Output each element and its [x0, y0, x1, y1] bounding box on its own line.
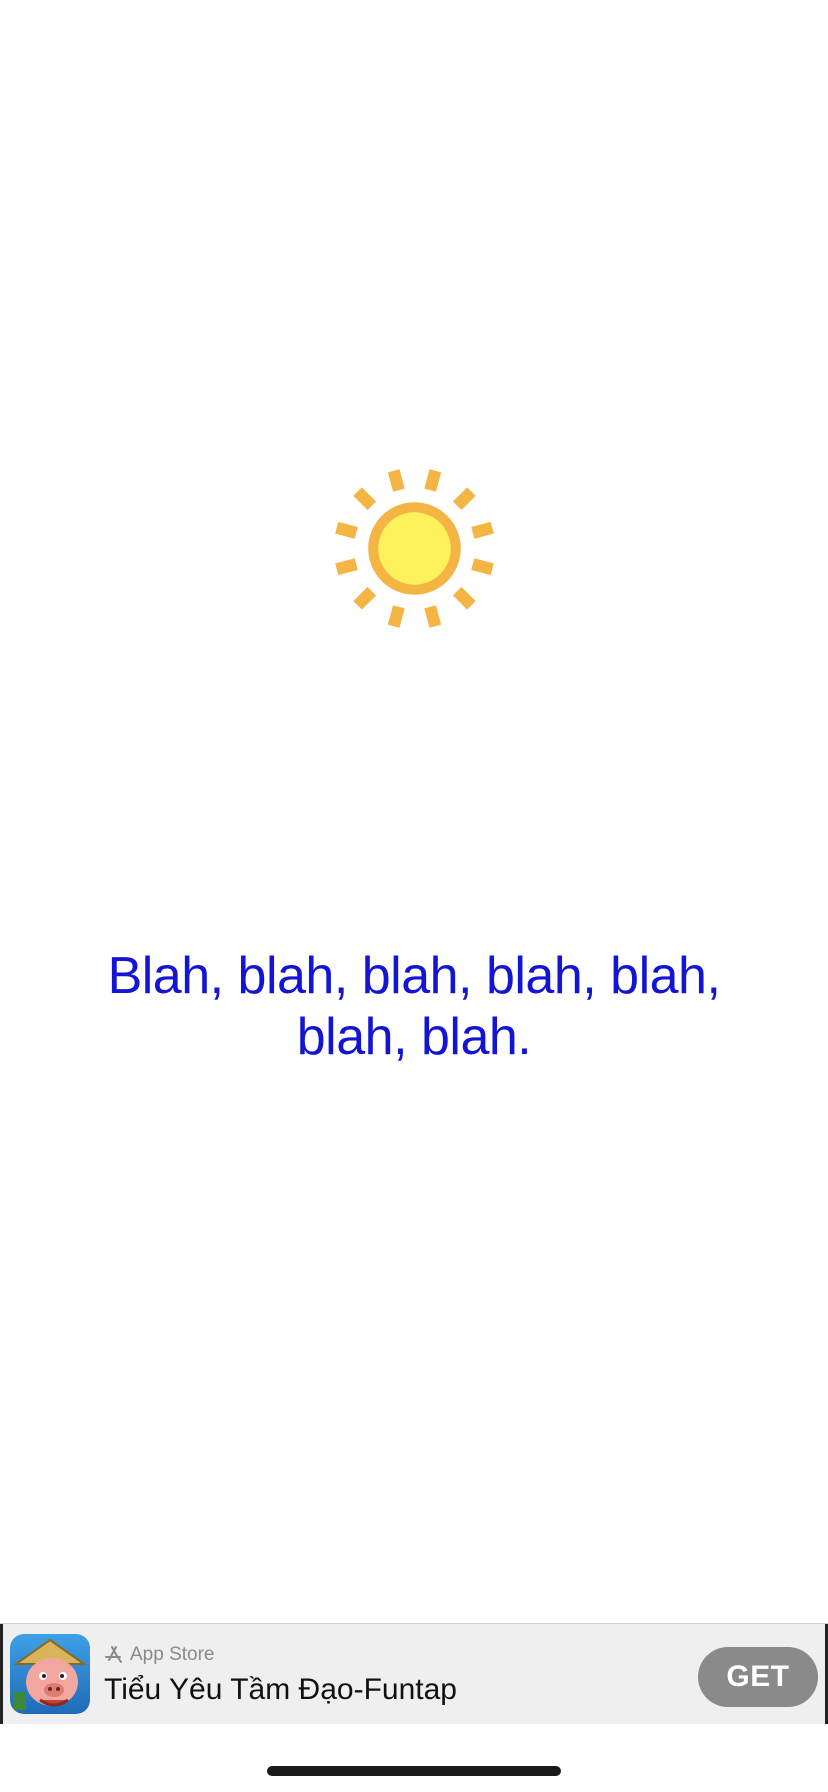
- sun-ray: [387, 469, 405, 492]
- sun-core: [378, 512, 451, 585]
- app-screen: Blah, blah, blah, blah, blah, blah, blah…: [0, 0, 828, 1792]
- sun-ray: [335, 521, 358, 539]
- message-text: Blah, blah, blah, blah, blah, blah, blah…: [107, 947, 721, 1066]
- sun-icon: [335, 469, 494, 628]
- sun-ray: [471, 558, 494, 576]
- sun-ray: [452, 586, 476, 610]
- sun-ray: [353, 487, 377, 511]
- sun-ray: [452, 487, 476, 511]
- sun-ray: [387, 605, 405, 628]
- sun-ray: [471, 521, 494, 539]
- sun-ray: [353, 586, 377, 610]
- app-store-ad-banner[interactable]: App Store Tiểu Yêu Tầm Đạo-Funtap GET: [0, 1623, 828, 1724]
- sun-ray: [424, 469, 442, 492]
- sun-ray: [424, 605, 442, 628]
- ad-store-row: App Store: [104, 1643, 215, 1667]
- game-character-icon[interactable]: [10, 1634, 90, 1714]
- home-indicator[interactable]: [267, 1766, 561, 1776]
- get-button[interactable]: GET: [698, 1647, 818, 1707]
- ad-store-label: App Store: [130, 1644, 215, 1665]
- sun-ray: [335, 558, 358, 576]
- ad-app-name[interactable]: Tiểu Yêu Tầm Đạo-Funtap: [104, 1673, 457, 1707]
- ad-border: [0, 1624, 3, 1724]
- app-store-icon: [105, 1646, 122, 1663]
